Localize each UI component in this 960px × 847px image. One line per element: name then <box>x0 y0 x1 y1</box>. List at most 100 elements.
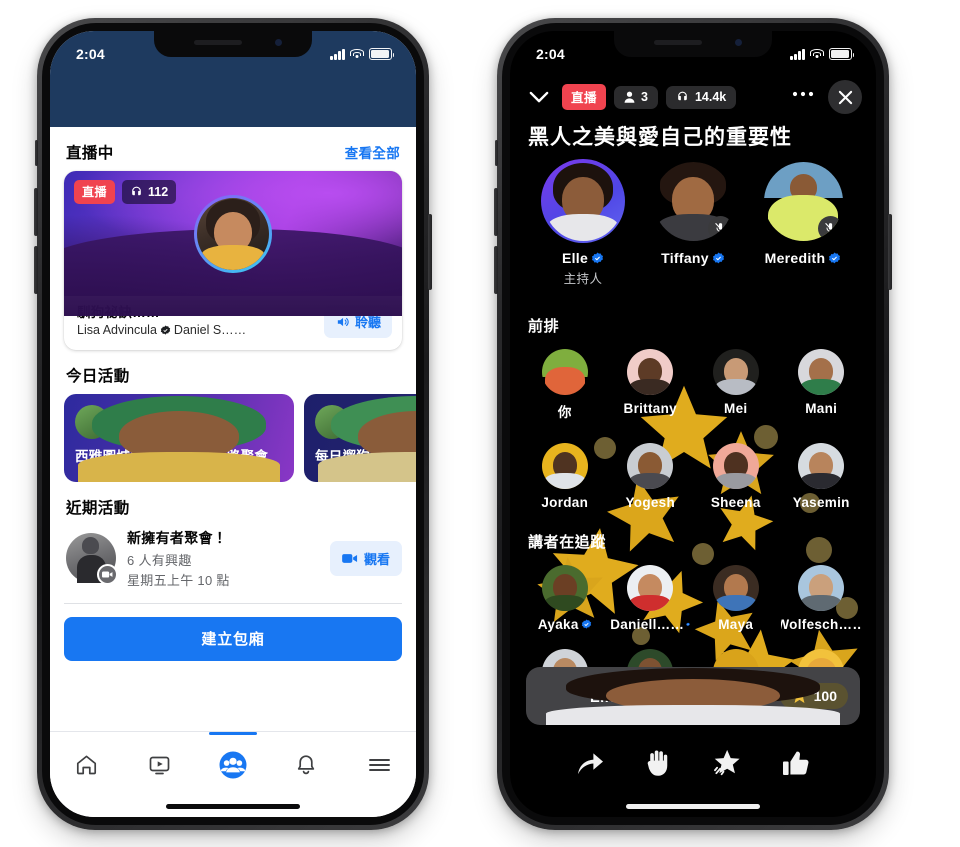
member-avatar <box>627 565 674 611</box>
audience-member[interactable]: Brittany <box>610 349 690 421</box>
speaker-avatar <box>654 161 733 241</box>
member-name: Mei <box>724 401 748 416</box>
speaker-card[interactable]: Elle 主持人 <box>537 159 629 287</box>
speaker-role: 主持人 <box>563 272 603 286</box>
member-avatar <box>541 565 588 611</box>
event-host-avatar <box>315 395 416 482</box>
power-button-right[interactable] <box>888 214 892 290</box>
tab-notifications[interactable] <box>270 744 343 786</box>
volume-up-button-left[interactable] <box>34 188 38 236</box>
wifi-icon <box>810 48 824 60</box>
silent-switch-right[interactable] <box>495 140 498 166</box>
audience-member[interactable]: Ayaka <box>525 565 605 632</box>
more-options-button[interactable] <box>786 91 820 103</box>
front-row-members-1: 你 Brittany Mei Mani <box>510 349 876 421</box>
audience-member[interactable]: 你 <box>525 349 605 421</box>
member-avatar <box>798 565 845 611</box>
toast-avatar <box>526 667 860 725</box>
volume-down-button-right[interactable] <box>494 246 498 294</box>
audience-member[interactable]: Jordan <box>525 443 605 510</box>
raise-hand-button[interactable] <box>639 743 679 783</box>
today-section-header: 今日活動 <box>50 350 416 394</box>
speaker-name-row: Meredith <box>757 250 849 266</box>
upcoming-event-title: 新擁有者聚會！ <box>127 529 228 546</box>
avatar-art <box>627 443 674 489</box>
headphones-icon <box>678 91 687 101</box>
tab-watch[interactable] <box>123 744 196 786</box>
audience-member[interactable]: Yasemin <box>781 443 861 510</box>
cellular-bars-icon <box>790 48 805 60</box>
upcoming-event-row[interactable]: 新擁有者聚會！ 6 人有興趣 星期五上午 10 點 觀看 <box>50 526 416 599</box>
speaker-card[interactable]: Tiffany <box>647 159 739 287</box>
watch-button[interactable]: 觀看 <box>329 540 402 576</box>
notch-right <box>614 31 772 57</box>
speaker-avatar <box>763 161 843 241</box>
hamburger-menu-icon <box>368 759 390 771</box>
shooting-star-icon <box>713 750 740 776</box>
speakers-row: Elle 主持人 Tiffany Meredith <box>510 159 876 287</box>
create-room-button[interactable]: 建立包廂 <box>64 616 402 661</box>
left-content: 直播中 查看全部 直播 112 Lisa Advincula Daniel S…… <box>50 127 416 731</box>
avatar-face-art <box>64 394 294 482</box>
listener-count-badge: 112 <box>122 180 177 204</box>
screenshot-root: 2:04 包廂 <box>0 0 960 847</box>
verified-badge-icon <box>581 619 591 629</box>
audience-member[interactable]: Mani <box>781 349 861 421</box>
see-all-link[interactable]: 查看全部 <box>345 142 400 162</box>
share-button[interactable] <box>570 743 610 783</box>
volume-up-button-right[interactable] <box>494 188 498 236</box>
avatar-art <box>798 565 845 611</box>
participant-count-pill: 3 <box>614 85 658 109</box>
audience-member[interactable]: Maya <box>696 565 776 632</box>
screen-right: 2:04 直播 3 14.4k 黑人之美與愛自己的重要性 Elle 主持人 Ti… <box>510 31 876 817</box>
silent-switch-left[interactable] <box>35 140 38 166</box>
avatar-art <box>627 565 674 611</box>
member-name: Brittany <box>623 401 677 416</box>
live-section-header: 直播中 查看全部 <box>50 127 416 171</box>
avatar-art <box>798 349 845 395</box>
audience-member[interactable]: Daniell…… <box>610 565 690 632</box>
phone-left: 2:04 包廂 <box>34 18 432 830</box>
audience-member[interactable]: Sheena <box>696 443 776 510</box>
chevron-down-icon <box>529 91 549 102</box>
home-indicator-left[interactable] <box>166 804 300 809</box>
close-room-button[interactable] <box>828 80 862 114</box>
thumbs-up-icon <box>782 751 809 775</box>
minimize-room-button[interactable] <box>524 82 554 112</box>
front-camera <box>735 39 742 46</box>
mic-muted-icon <box>714 222 726 234</box>
live-room-card[interactable]: 直播 112 Lisa Advincula Daniel S…… 聆聽 <box>64 171 402 350</box>
tab-home[interactable] <box>50 744 123 786</box>
send-star-button[interactable] <box>707 743 747 783</box>
volume-down-button-left[interactable] <box>34 246 38 294</box>
muted-indicator <box>817 215 843 241</box>
tab-menu[interactable] <box>343 744 416 786</box>
avatar-art <box>712 565 759 611</box>
avatar-art <box>541 565 588 611</box>
today-event-card[interactable]: Dina T 下午 每日遛狗時間 <box>304 393 416 482</box>
speaker-ring <box>761 159 845 243</box>
power-button-left[interactable] <box>428 214 432 290</box>
listener-count: 14.4k <box>694 89 727 104</box>
today-events-rail[interactable]: Carlos Ribeiro …… <box>50 393 416 482</box>
like-button[interactable] <box>776 743 816 783</box>
tab-groups[interactable] <box>196 732 269 786</box>
member-name: Sheena <box>710 495 761 510</box>
verified-badge-icon <box>160 325 171 335</box>
video-play-icon <box>149 756 170 775</box>
avatar-art <box>541 349 588 395</box>
verified-badge-icon <box>712 252 724 263</box>
member-name: Yogesh <box>625 495 676 510</box>
home-indicator-right[interactable] <box>626 804 760 809</box>
today-event-card[interactable]: Carlos Ribeiro …… <box>64 393 294 482</box>
avatar-face-art <box>526 667 860 725</box>
audience-member[interactable]: Wolfesch…… <box>781 565 861 632</box>
audience-member[interactable]: Yogesh <box>610 443 690 510</box>
member-avatar <box>627 443 674 489</box>
member-name-row: Wolfesch…… <box>781 617 861 632</box>
avatar-art <box>627 349 674 395</box>
speaker-card[interactable]: Meredith <box>757 159 849 287</box>
verified-badge-icon <box>829 252 841 263</box>
member-avatar <box>712 565 759 611</box>
audience-member[interactable]: Mei <box>696 349 776 421</box>
